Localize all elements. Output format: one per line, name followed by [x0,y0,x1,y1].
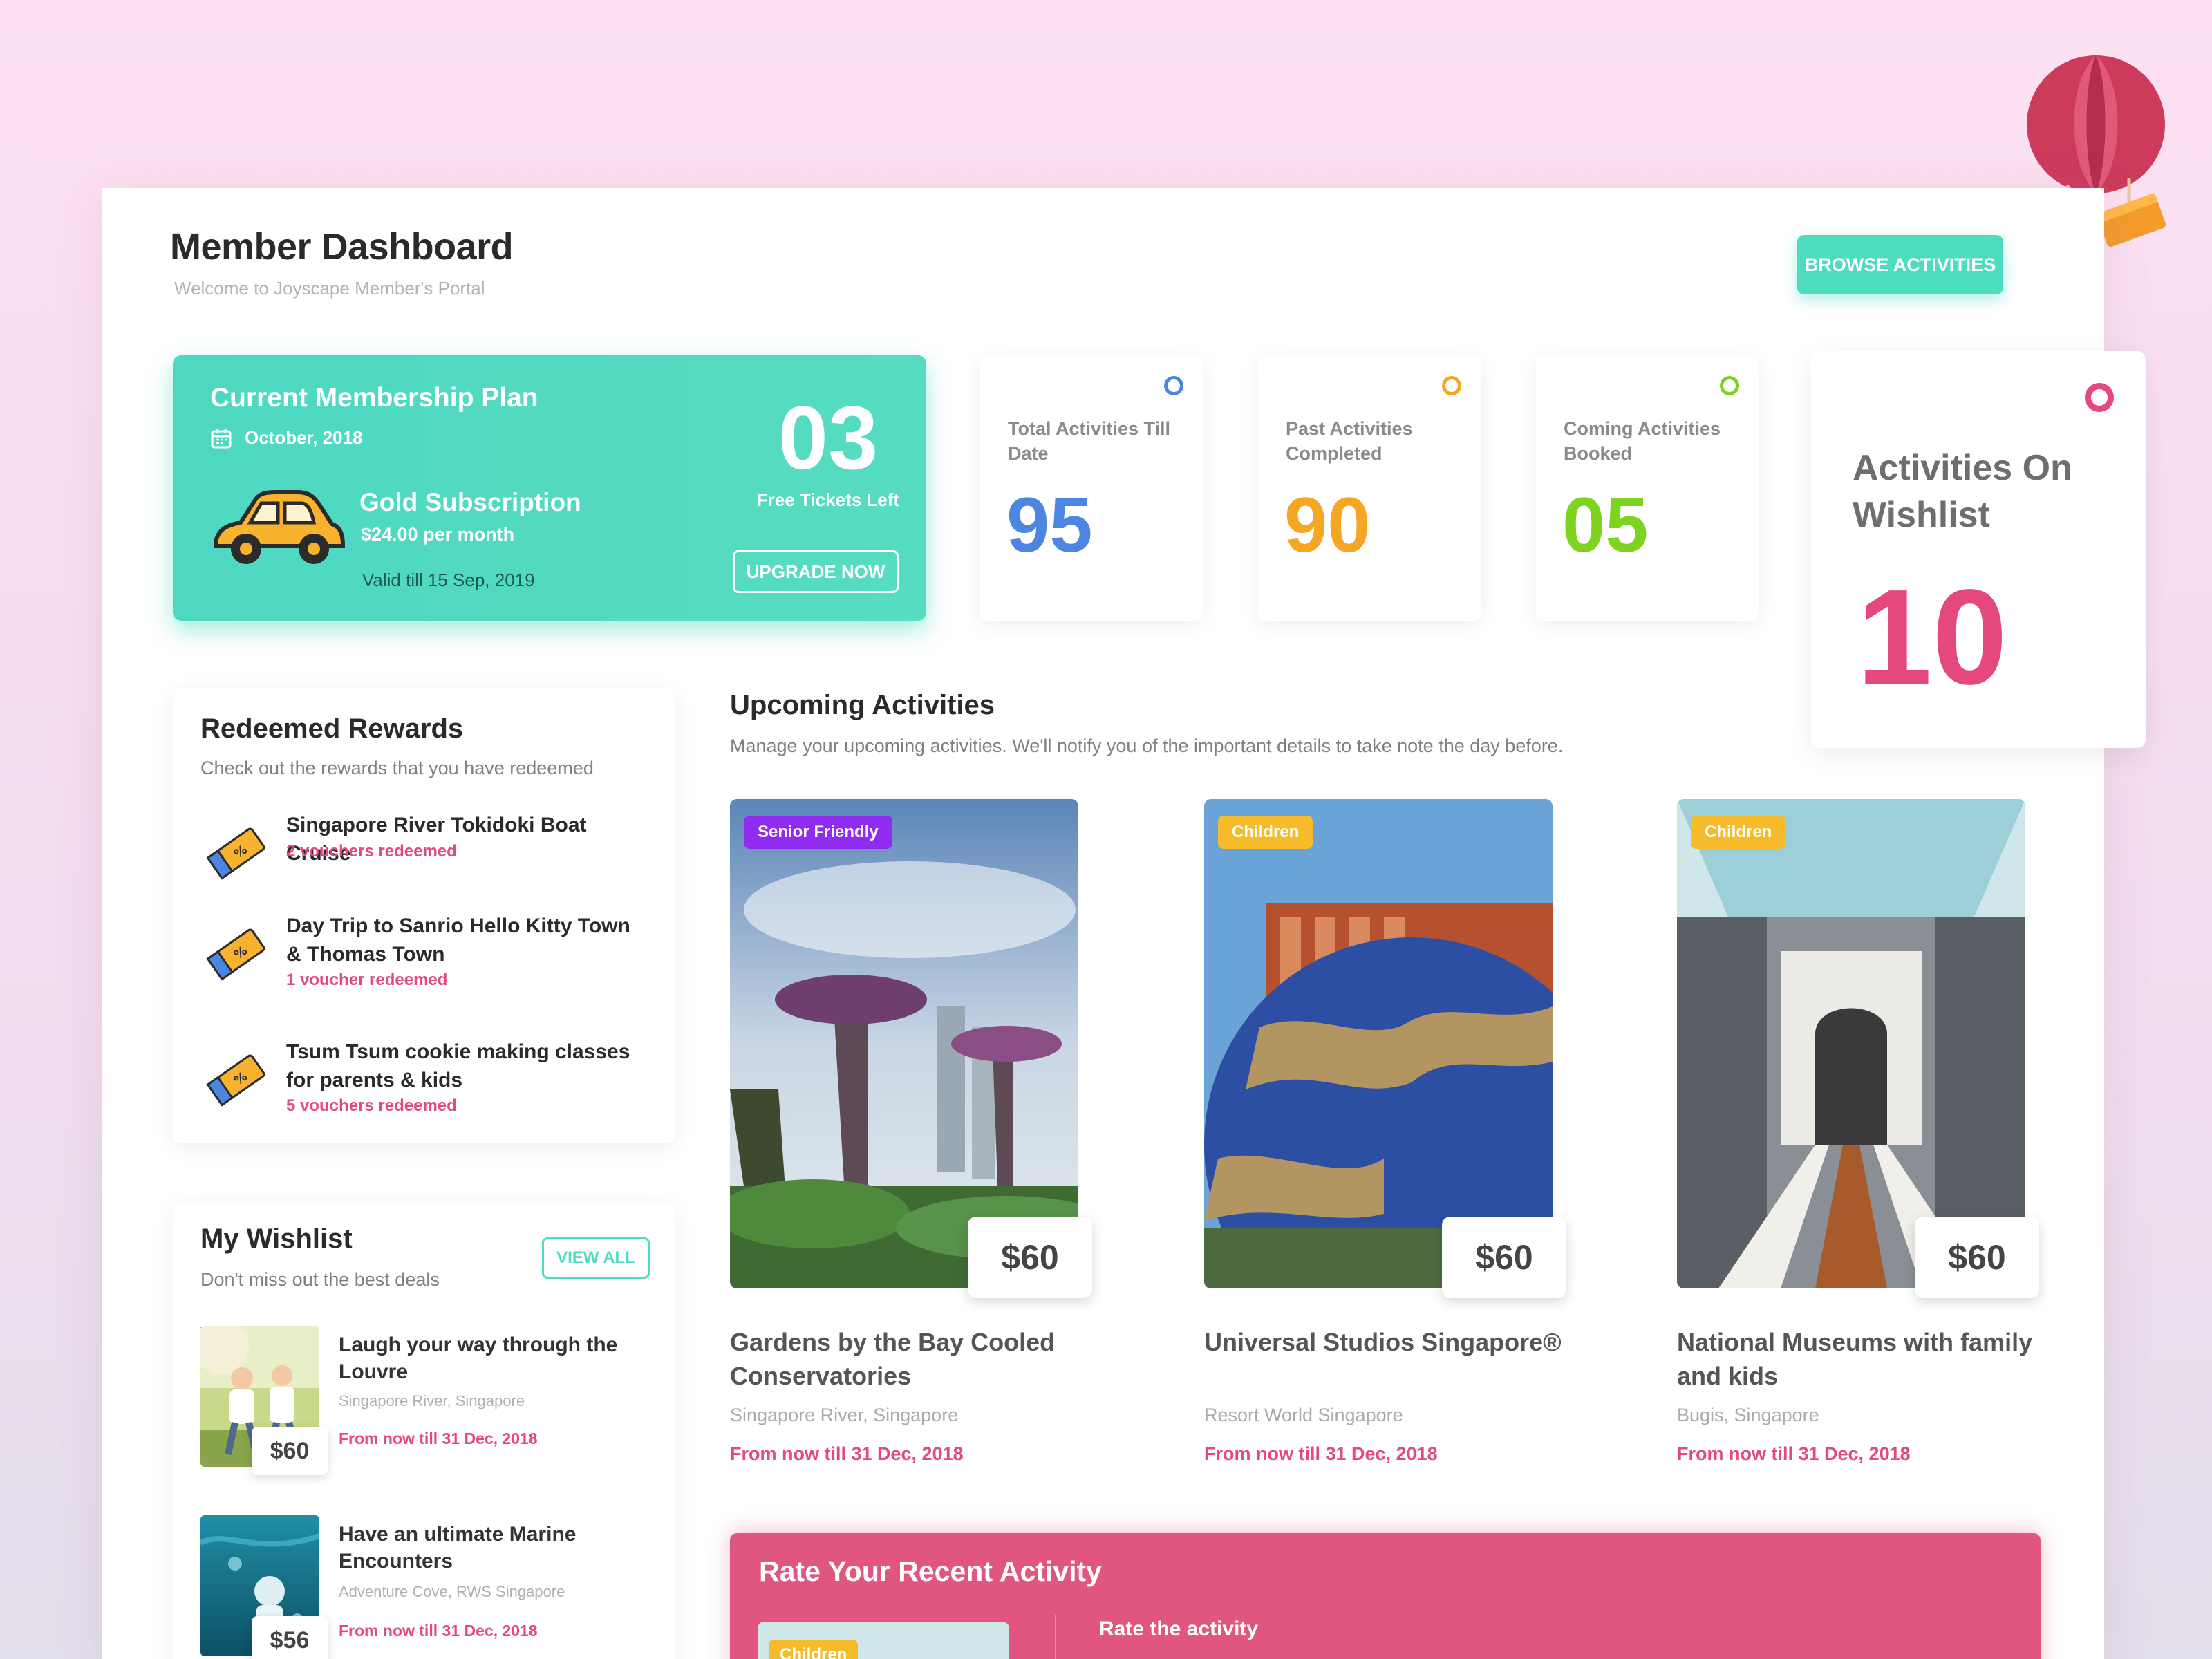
wishlist-item-name: Laugh your way through the Louvre [339,1333,618,1383]
reward-count: 1 voucher redeemed [286,971,448,989]
wishlist-subtitle: Don't miss out the best deals [200,1269,440,1290]
activity-name: National Museums with family and kids [1677,1328,2033,1390]
upcoming-subtitle: Manage your upcoming activities. We'll n… [730,735,1564,756]
discount-ticket-icon: % [206,827,265,880]
reward-name: Day Trip to Sanrio Hello Kitty Town & Th… [286,915,630,966]
activity-tag: Senior Friendly [744,816,892,849]
stat-label: Coming Activities Booked [1564,418,1721,465]
stat-label: Total Activities Till Date [1008,418,1171,465]
activity-name: Gardens by the Bay Cooled Conservatories [730,1328,1056,1390]
wishlist-item-date: From now till 31 Dec, 2018 [339,1430,538,1447]
free-tickets-count: 03 [778,387,879,488]
status-dot-icon [1442,376,1461,395]
my-wishlist-card: My Wishlist Don't miss out the best deal… [173,1203,675,1659]
status-dot-icon [1720,376,1739,395]
wishlist-price: $60 [252,1427,328,1475]
list-item[interactable]: $56 Have an ultimate Marine Encounters A… [200,1515,657,1659]
stat-card-past: Past Activities Completed 90 [1258,355,1481,621]
membership-title: Current Membership Plan [210,383,538,413]
rate-title: Rate Your Recent Activity [759,1555,1102,1587]
plan-price: $24.00 per month [361,524,515,545]
activity-location: Singapore River, Singapore [730,1405,959,1425]
membership-card: Current Membership Plan October, 2018 Go… [173,355,926,621]
status-dot-icon [1164,376,1183,395]
wishlist-stat-card: Activities On Wishlist 10 [1811,351,2146,748]
stat-value: 95 [1006,482,1093,568]
calendar-icon [211,429,232,449]
redeemed-rewards-card: Redeemed Rewards Check out the rewards t… [173,688,675,1143]
reward-count: 5 vouchers redeemed [286,1096,457,1115]
activity-date: From now till 31 Dec, 2018 [1677,1443,1911,1464]
rewards-subtitle: Check out the rewards that you have rede… [200,758,594,778]
list-item[interactable]: % Tsum Tsum cookie making classes for pa… [200,1038,643,1149]
stat-value: 90 [1284,482,1371,568]
upgrade-now-button[interactable]: UPGRADE NOW [733,550,899,593]
activity-name: Universal Studios Singapore® [1204,1328,1562,1356]
stat-card-total: Total Activities Till Date 95 [980,355,1203,621]
wishlist-item-location: Adventure Cove, RWS Singapore [339,1583,565,1600]
rewards-title: Redeemed Rewards [200,713,464,744]
list-item[interactable]: % Singapore River Tokidoki Boat Cruise 2… [200,812,643,922]
plan-valid-date: Valid till 15 Sep, 2019 [362,570,535,590]
rate-activity-thumbnail: Children [758,1622,1009,1659]
activity-price: $60 [1442,1217,1566,1298]
wishlist-title: My Wishlist [200,1224,353,1254]
activity-date: From now till 31 Dec, 2018 [730,1443,964,1464]
activity-tag: Children [1218,816,1313,849]
view-all-button[interactable]: VIEW ALL [542,1237,650,1279]
stat-label: Past Activities Completed [1286,418,1413,465]
status-dot-icon [2085,383,2114,412]
stat-card-coming: Coming Activities Booked 05 [1536,355,1759,621]
wishlist-stat-label: Activities On Wishlist [1853,448,2072,535]
activity-tag: Children [769,1640,859,1659]
wishlist-price: $56 [252,1616,328,1659]
activity-card[interactable]: Children $60 National Museums with famil… [1677,799,2064,1464]
list-item[interactable]: $60 Laugh your way through the Louvre Si… [200,1326,657,1475]
page-subtitle: Welcome to Joyscape Member's Portal [174,278,485,299]
activity-location: Resort World Singapore [1204,1405,1403,1425]
wishlist-item-name: Have an ultimate Marine Encounters [339,1523,577,1573]
free-tickets-label: Free Tickets Left [756,489,900,510]
discount-ticket-icon: % [206,928,265,981]
wishlist-item-location: Singapore River, Singapore [339,1392,525,1409]
browse-activities-button[interactable]: BROWSE ACTIVITIES [1797,235,2003,294]
wishlist-item-date: From now till 31 Dec, 2018 [339,1622,538,1640]
activity-photo: Senior Friendly [730,799,1078,1288]
list-item[interactable]: % Day Trip to Sanrio Hello Kitty Town & … [200,912,643,1023]
car-icon [213,490,346,564]
discount-ticket-icon: % [206,1054,265,1107]
activity-location: Bugis, Singapore [1677,1405,1819,1425]
divider [1055,1615,1056,1659]
activity-photo: Children [1204,799,1553,1288]
reward-name: Tsum Tsum cookie making classes for pare… [286,1040,630,1091]
activity-card[interactable]: Senior Friendly $60 Gardens by the Bay C… [730,799,1117,1464]
activity-date: From now till 31 Dec, 2018 [1204,1443,1438,1464]
stat-value: 05 [1562,482,1649,568]
rate-activity-label: Rate the activity [1099,1618,1259,1640]
reward-count: 2 vouchers redeemed [286,842,457,861]
wishlist-stat-value: 10 [1857,561,2008,713]
page-title: Member Dashboard [170,226,514,268]
plan-name: Gold Subscription [359,488,581,516]
upcoming-title: Upcoming Activities [730,690,995,720]
activity-tag: Children [1691,816,1786,849]
rate-recent-activity-card: Rate Your Recent Activity Children Rate … [730,1533,2041,1659]
dashboard-panel: Member Dashboard Welcome to Joyscape Mem… [102,188,2104,1659]
activity-price: $60 [1915,1217,2039,1298]
activity-photo: Children [1677,799,2025,1288]
activity-price: $60 [968,1217,1092,1298]
membership-date: October, 2018 [245,427,363,448]
activity-card[interactable]: Children $60 Universal Studios Singapore… [1204,799,1591,1464]
